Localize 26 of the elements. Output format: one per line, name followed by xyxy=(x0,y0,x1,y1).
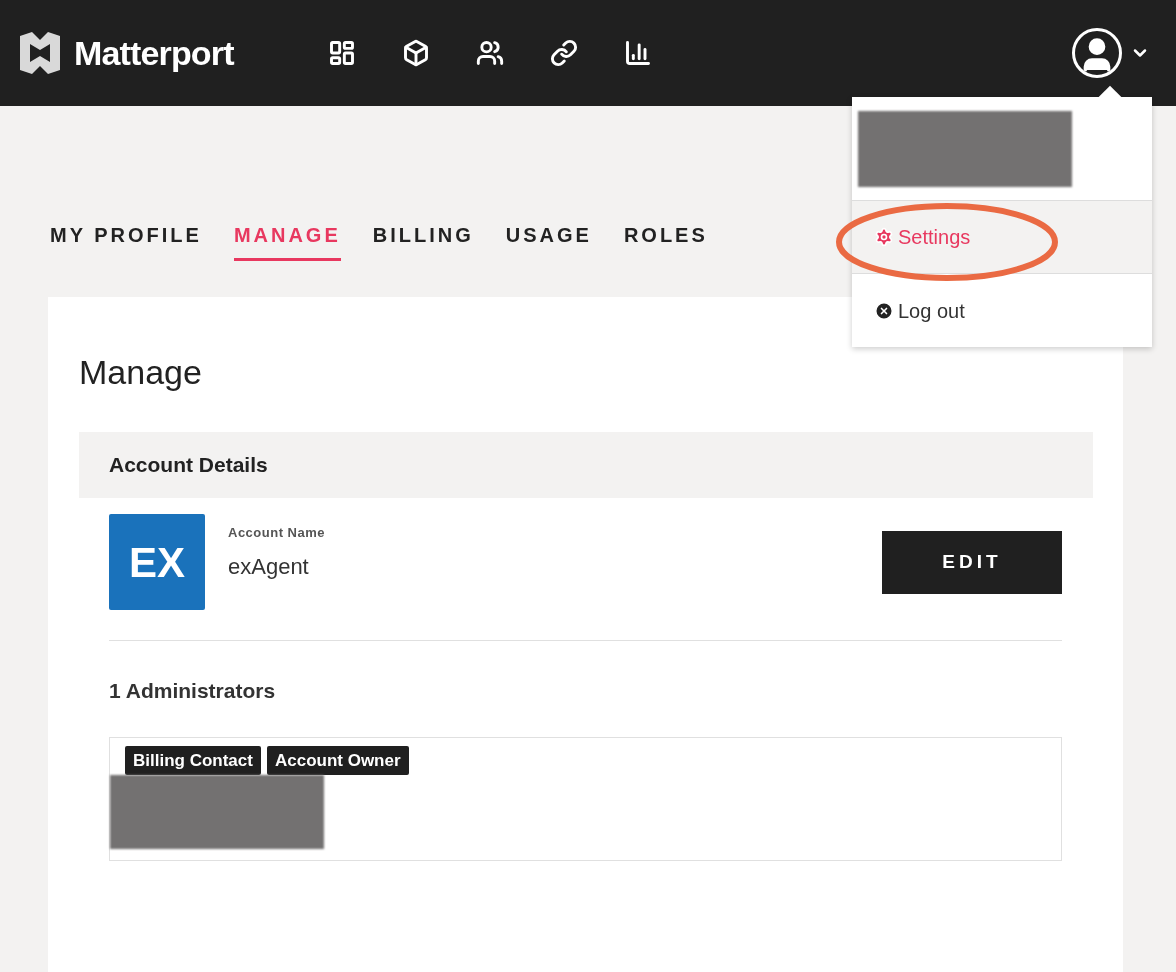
link-icon[interactable] xyxy=(550,39,578,67)
tab[interactable]: BILLING xyxy=(372,220,474,261)
people-icon[interactable] xyxy=(476,39,504,67)
section-title: Account Details xyxy=(109,452,268,479)
bar-chart-icon[interactable] xyxy=(624,39,652,67)
menu-item[interactable]: Settings xyxy=(852,201,1152,274)
tab[interactable]: USAGE xyxy=(505,220,592,261)
settings-icon xyxy=(874,227,894,247)
role-tag: Account Owner xyxy=(266,745,409,775)
avatar-button[interactable] xyxy=(1072,28,1122,78)
role-tag: Billing Contact xyxy=(125,745,261,775)
field-value: exAgent xyxy=(228,553,310,582)
account-avatar: EX xyxy=(109,514,205,610)
page-title: Manage xyxy=(79,352,203,393)
tab[interactable]: ROLES xyxy=(623,220,708,261)
tab[interactable]: MY PROFILE xyxy=(50,220,202,261)
close-icon xyxy=(874,300,894,321)
brand-name: Matterport xyxy=(74,32,234,74)
cube-icon[interactable] xyxy=(402,39,430,67)
logo-icon xyxy=(18,32,62,74)
admins-title: 1 Administrators xyxy=(109,678,277,704)
menu-item[interactable]: Log out xyxy=(852,274,1152,347)
field-label: Account Name xyxy=(228,523,326,542)
edit-button[interactable]: EDIT xyxy=(882,530,1062,594)
dashboard-icon[interactable] xyxy=(328,39,356,67)
tab[interactable]: MANAGE xyxy=(233,220,341,261)
